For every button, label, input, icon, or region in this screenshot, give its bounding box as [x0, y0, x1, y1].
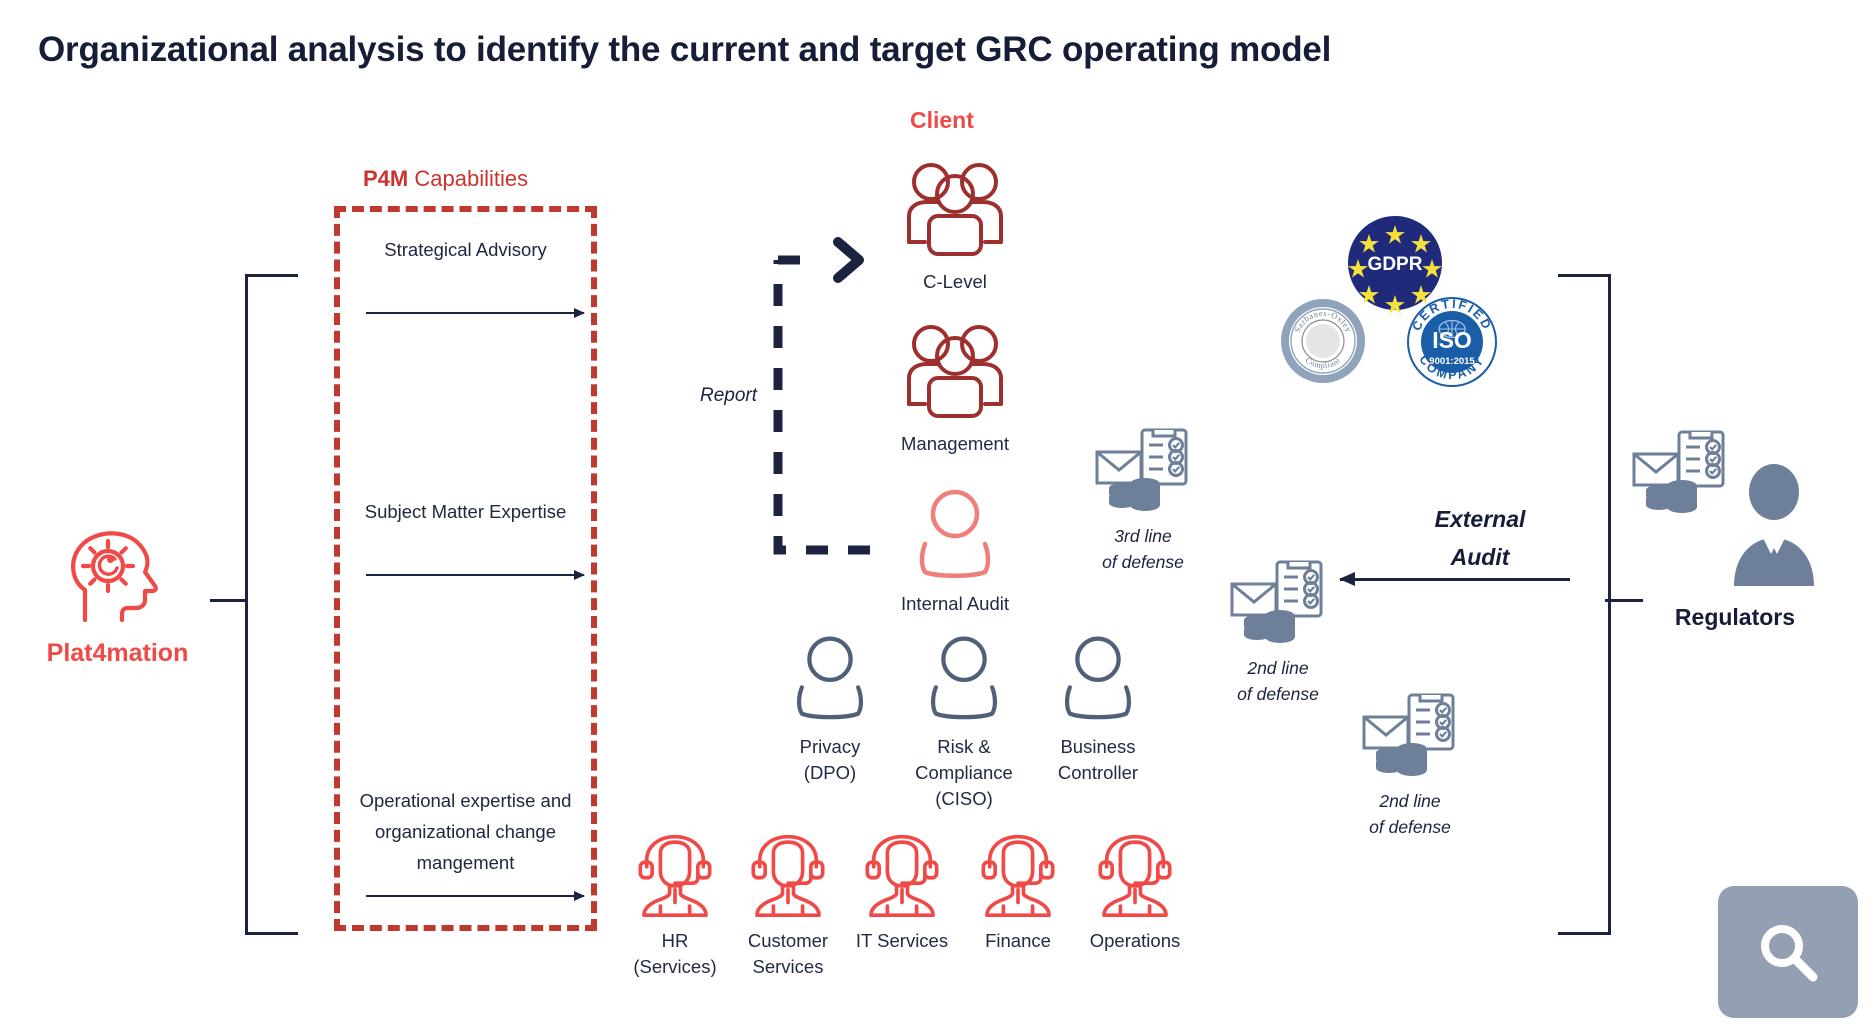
plat4mation-group: Plat4mation — [25, 528, 210, 668]
governance-role-label: Risk & Compliance (CISO) — [915, 736, 1013, 809]
left-bracket — [245, 274, 298, 935]
left-bracket-stem — [210, 599, 248, 602]
regulators-label: Regulators — [1674, 604, 1796, 630]
headset-agent-icon — [1098, 834, 1172, 917]
client-node-label: C-Level — [923, 271, 987, 292]
person-icon — [1064, 636, 1132, 720]
regulators-group: Regulators — [1620, 430, 1850, 631]
governance-role-privacy: Privacy (DPO) — [752, 633, 908, 786]
capability-arrow — [366, 891, 585, 901]
headset-agent-icon — [751, 834, 825, 917]
people-group-icon — [907, 325, 1003, 418]
diagram-canvas: Organizational analysis to identify the … — [0, 0, 1873, 1033]
head-with-gear-icon — [70, 531, 158, 623]
people-group-icon — [907, 163, 1003, 256]
client-node-internal-audit: Internal Audit — [860, 488, 1050, 617]
p4m-heading-rest: Capabilities — [408, 166, 529, 191]
service-role-operations: Operations — [1065, 833, 1205, 954]
capability-arrow — [366, 308, 585, 318]
iso-sub-text: 9001:2015 — [1429, 356, 1475, 367]
capability-label: Operational expertise and organizational… — [359, 790, 572, 873]
businessman-icon — [1733, 464, 1814, 586]
client-node-label: Internal Audit — [901, 593, 1009, 614]
iso-badge: CERTIFIED COMPANY ISO 9001:2015 — [1407, 297, 1497, 387]
service-role-label: Operations — [1089, 930, 1181, 951]
envelope-checklist-coins-icon — [1362, 693, 1455, 776]
line-of-defense-3rd: 3rd line of defense — [1063, 428, 1223, 575]
governance-role-label: Privacy (DPO) — [799, 736, 861, 783]
external-audit-label: External Audit — [1434, 506, 1526, 570]
capability-label: Strategical Advisory — [384, 239, 547, 260]
capability-item: Operational expertise and organizational… — [334, 785, 597, 878]
external-audit-arrow — [1339, 572, 1570, 586]
envelope-checklist-coins-icon — [1632, 430, 1724, 513]
iso-center-text: ISO — [1432, 327, 1472, 353]
line-of-defense-label: 2nd line of defense — [1369, 791, 1451, 837]
person-icon — [919, 489, 991, 578]
governance-role-business-controller: Business Controller — [1020, 633, 1176, 786]
gdpr-badge-text: GDPR — [1368, 254, 1423, 275]
search-button[interactable] — [1718, 886, 1858, 1018]
client-node-label: Management — [901, 433, 1009, 454]
capability-label: Subject Matter Expertise — [364, 501, 567, 522]
capability-arrow — [366, 570, 585, 580]
person-icon — [796, 636, 864, 720]
report-label: Report — [700, 385, 758, 406]
client-node-management: Management — [860, 322, 1050, 457]
client-heading: Client — [910, 107, 974, 133]
client-node-c-level: C-Level — [860, 160, 1050, 295]
search-icon — [1761, 925, 1818, 982]
governance-role-risk-compliance: Risk & Compliance (CISO) — [886, 633, 1042, 812]
line-of-defense-2nd-lower: 2nd line of defense — [1330, 693, 1490, 840]
person-icon — [930, 636, 998, 720]
certification-badges: GDPR Sarbanes-Oxley Compliant CERTIFIED … — [1275, 215, 1505, 387]
chevron-right-icon — [833, 237, 864, 283]
plat4mation-label: Plat4mation — [46, 639, 189, 667]
page-title: Organizational analysis to identify the … — [38, 30, 1332, 69]
headset-agent-icon — [865, 834, 939, 917]
right-bracket — [1558, 274, 1611, 935]
envelope-checklist-coins-icon — [1095, 428, 1188, 511]
headset-agent-icon — [638, 834, 712, 917]
sarbanes-oxley-badge: Sarbanes-Oxley Compliant — [1281, 299, 1365, 383]
envelope-checklist-coins-icon — [1230, 560, 1323, 643]
p4m-heading-bold: P4M — [363, 166, 409, 191]
capability-item: Subject Matter Expertise — [334, 496, 597, 527]
p4m-capabilities-heading: P4M Capabilities — [363, 166, 528, 192]
headset-agent-icon — [981, 834, 1055, 917]
line-of-defense-2nd-upper: 2nd line of defense — [1198, 560, 1358, 707]
governance-role-label: Business Controller — [1057, 736, 1139, 783]
gdpr-badge: GDPR — [1348, 216, 1442, 314]
capability-item: Strategical Advisory — [334, 234, 597, 265]
